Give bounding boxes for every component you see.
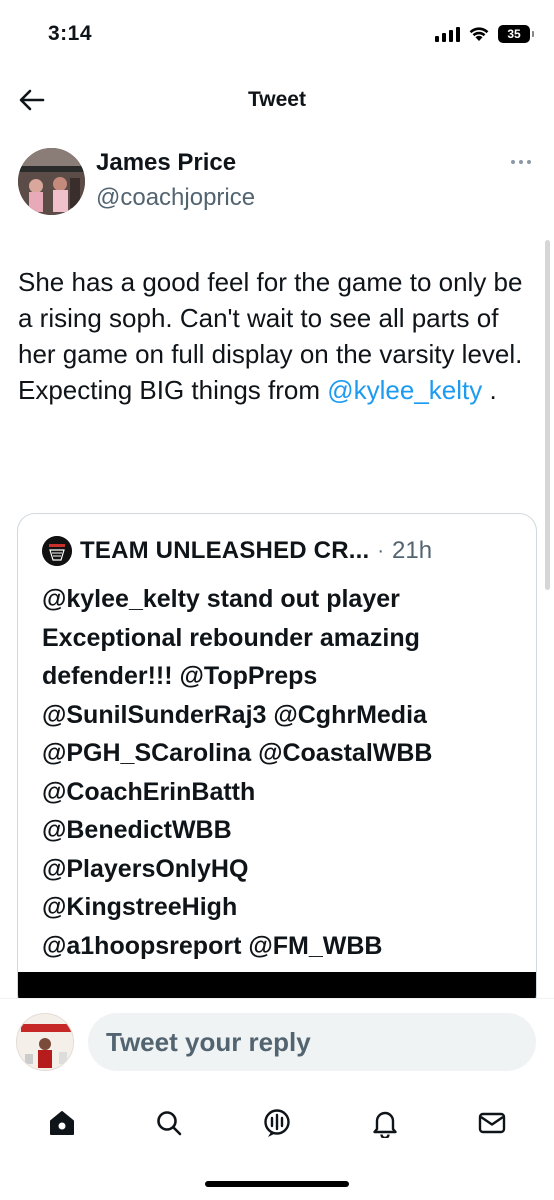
- header: Tweet: [0, 70, 554, 130]
- quote-separator: ·: [377, 539, 385, 562]
- tweet-text-end: .: [482, 375, 497, 405]
- nav-home[interactable]: [32, 1098, 92, 1148]
- reply-input[interactable]: Tweet your reply: [88, 1013, 536, 1071]
- nav-search[interactable]: [139, 1098, 199, 1148]
- quote-line: @kylee_kelty stand out player: [42, 585, 400, 613]
- nav-spaces[interactable]: [247, 1098, 307, 1148]
- tweet-text: She has a good feel for the game to only…: [18, 264, 538, 408]
- quote-line: defender!!! @TopPreps: [42, 662, 318, 690]
- battery-level: 35: [507, 27, 521, 41]
- avatar-image: [18, 148, 85, 215]
- avatar[interactable]: [18, 148, 85, 215]
- user-avatar[interactable]: [16, 1013, 74, 1071]
- user-avatar-image: [17, 1014, 73, 1070]
- author-handle[interactable]: @coachjoprice: [96, 184, 255, 212]
- battery-icon: 35: [498, 25, 534, 43]
- status-bar: 3:14 35: [0, 0, 554, 70]
- signal-icon: [435, 26, 460, 42]
- quote-avatar: [42, 536, 72, 566]
- bottom-nav: [0, 1088, 554, 1158]
- reply-placeholder: Tweet your reply: [106, 1026, 311, 1057]
- quote-line: Exceptional rebounder amazing: [42, 623, 420, 652]
- status-time: 3:14: [48, 22, 93, 45]
- quote-text: @kylee_kelty stand out player Exceptiona…: [42, 580, 532, 965]
- quote-line: @BenedictWBB: [42, 816, 232, 844]
- wifi-icon: [469, 27, 489, 41]
- quote-header: TEAM UNLEASHED CR... · 21h: [42, 536, 432, 566]
- quote-line: @KingstreeHigh: [42, 893, 238, 921]
- scrollbar[interactable]: [545, 240, 550, 590]
- notifications-icon: [372, 1111, 397, 1138]
- quote-line: @SunilSunderRaj3 @CghrMedia: [42, 700, 427, 729]
- search-icon: [157, 1111, 182, 1136]
- spaces-icon: [264, 1109, 290, 1137]
- home-indicator: [205, 1181, 349, 1187]
- more-icon: [511, 160, 531, 164]
- nav-notifications[interactable]: [355, 1098, 415, 1148]
- quoted-tweet[interactable]: TEAM UNLEASHED CR... · 21h @kylee_kelty …: [17, 513, 537, 1013]
- quote-time: 21h: [392, 537, 433, 564]
- team-logo-icon: [42, 536, 72, 566]
- author-name[interactable]: James Price: [96, 149, 236, 177]
- more-options-button[interactable]: [506, 152, 536, 172]
- mention-link[interactable]: @kylee_kelty: [327, 375, 482, 405]
- tweet-author: James Price @coachjoprice: [18, 148, 538, 218]
- reply-bar: Tweet your reply: [0, 998, 554, 1088]
- page-title: Tweet: [248, 88, 306, 111]
- quote-line: @CoachErinBatth: [42, 777, 256, 806]
- quote-line: @PGH_SCarolina @CoastalWBB: [42, 739, 433, 767]
- quote-author-name: TEAM UNLEASHED CR...: [80, 537, 370, 564]
- home-icon: [49, 1111, 74, 1135]
- status-icons: 35: [435, 25, 534, 43]
- quote-line: @PlayersOnlyHQ: [42, 854, 249, 883]
- messages-icon: [478, 1112, 506, 1134]
- quote-line: @a1hoopsreport @FM_WBB: [42, 931, 383, 960]
- nav-messages[interactable]: [462, 1098, 522, 1148]
